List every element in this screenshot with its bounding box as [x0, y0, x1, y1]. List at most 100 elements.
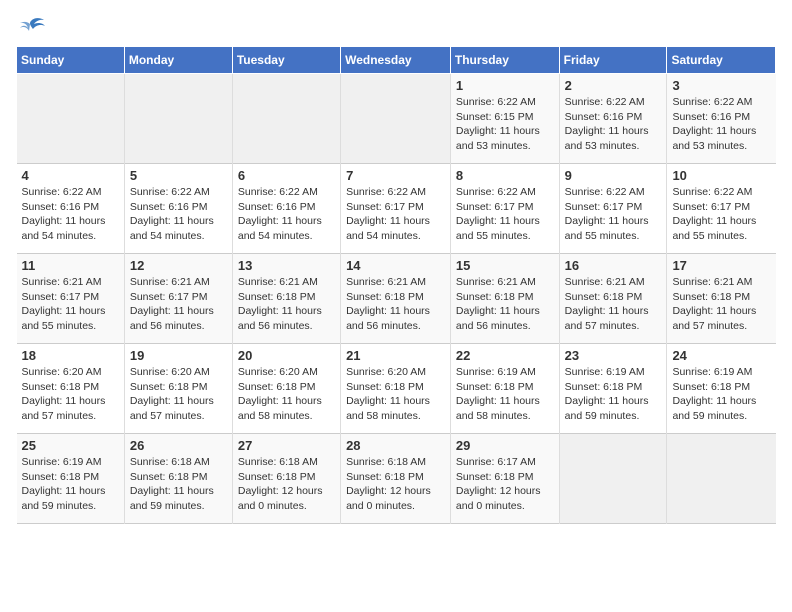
calendar-cell: 8 Sunrise: 6:22 AM Sunset: 6:17 PM Daylig…: [450, 164, 559, 254]
calendar-cell: [17, 74, 125, 164]
day-number: 5: [130, 168, 227, 183]
day-info: Sunrise: 6:21 AM Sunset: 6:18 PM Dayligh…: [456, 275, 554, 334]
day-number: 9: [565, 168, 662, 183]
day-info: Sunrise: 6:21 AM Sunset: 6:18 PM Dayligh…: [565, 275, 662, 334]
calendar-cell: 4 Sunrise: 6:22 AM Sunset: 6:16 PM Daylig…: [17, 164, 125, 254]
day-number: 25: [22, 438, 119, 453]
day-number: 16: [565, 258, 662, 273]
day-info: Sunrise: 6:19 AM Sunset: 6:18 PM Dayligh…: [565, 365, 662, 424]
calendar-dow-thursday: Thursday: [450, 47, 559, 74]
day-number: 8: [456, 168, 554, 183]
calendar-cell: 27 Sunrise: 6:18 AM Sunset: 6:18 PM Dayli…: [232, 434, 340, 524]
day-info: Sunrise: 6:22 AM Sunset: 6:17 PM Dayligh…: [456, 185, 554, 244]
day-number: 28: [346, 438, 445, 453]
calendar-cell: 3 Sunrise: 6:22 AM Sunset: 6:16 PM Daylig…: [667, 74, 776, 164]
calendar-cell: 9 Sunrise: 6:22 AM Sunset: 6:17 PM Daylig…: [559, 164, 667, 254]
calendar-week-row: 1 Sunrise: 6:22 AM Sunset: 6:15 PM Daylig…: [17, 74, 776, 164]
calendar-cell: 20Sunrise: 6:20 AM Sunset: 6:18 PM Dayli…: [232, 344, 340, 434]
calendar-cell: 5 Sunrise: 6:22 AM Sunset: 6:16 PM Daylig…: [124, 164, 232, 254]
day-info: Sunrise: 6:20 AM Sunset: 6:18 PM Dayligh…: [130, 365, 227, 424]
calendar-cell: 18Sunrise: 6:20 AM Sunset: 6:18 PM Dayli…: [17, 344, 125, 434]
day-info: Sunrise: 6:19 AM Sunset: 6:18 PM Dayligh…: [672, 365, 770, 424]
calendar-cell: 17Sunrise: 6:21 AM Sunset: 6:18 PM Dayli…: [667, 254, 776, 344]
day-info: Sunrise: 6:22 AM Sunset: 6:16 PM Dayligh…: [22, 185, 119, 244]
calendar-dow-monday: Monday: [124, 47, 232, 74]
calendar-cell: 22 Sunrise: 6:19 AM Sunset: 6:18 PM Dayli…: [450, 344, 559, 434]
logo: [16, 16, 46, 38]
day-info: Sunrise: 6:22 AM Sunset: 6:17 PM Dayligh…: [672, 185, 770, 244]
day-number: 4: [22, 168, 119, 183]
calendar-cell: [559, 434, 667, 524]
calendar-dow-sunday: Sunday: [17, 47, 125, 74]
calendar-cell: 16 Sunrise: 6:21 AM Sunset: 6:18 PM Dayli…: [559, 254, 667, 344]
calendar-week-row: 4 Sunrise: 6:22 AM Sunset: 6:16 PM Daylig…: [17, 164, 776, 254]
day-info: Sunrise: 6:18 AM Sunset: 6:18 PM Dayligh…: [238, 455, 335, 514]
day-info: Sunrise: 6:17 AM Sunset: 6:18 PM Dayligh…: [456, 455, 554, 514]
calendar-cell: 21Sunrise: 6:20 AM Sunset: 6:18 PM Dayli…: [341, 344, 451, 434]
page-header: [16, 16, 776, 38]
day-info: Sunrise: 6:19 AM Sunset: 6:18 PM Dayligh…: [456, 365, 554, 424]
day-number: 12: [130, 258, 227, 273]
day-info: Sunrise: 6:21 AM Sunset: 6:18 PM Dayligh…: [346, 275, 445, 334]
calendar-cell: 13Sunrise: 6:21 AM Sunset: 6:18 PM Dayli…: [232, 254, 340, 344]
calendar-week-row: 11 Sunrise: 6:21 AM Sunset: 6:17 PM Dayli…: [17, 254, 776, 344]
day-number: 24: [672, 348, 770, 363]
day-number: 23: [565, 348, 662, 363]
calendar-cell: 19 Sunrise: 6:20 AM Sunset: 6:18 PM Dayli…: [124, 344, 232, 434]
day-number: 11: [22, 258, 119, 273]
day-number: 3: [672, 78, 770, 93]
day-number: 20: [238, 348, 335, 363]
calendar-cell: 10 Sunrise: 6:22 AM Sunset: 6:17 PM Dayli…: [667, 164, 776, 254]
day-number: 10: [672, 168, 770, 183]
day-number: 13: [238, 258, 335, 273]
day-number: 15: [456, 258, 554, 273]
day-number: 6: [238, 168, 335, 183]
day-number: 29: [456, 438, 554, 453]
calendar-dow-tuesday: Tuesday: [232, 47, 340, 74]
calendar-table: SundayMondayTuesdayWednesdayThursdayFrid…: [16, 46, 776, 524]
day-info: Sunrise: 6:22 AM Sunset: 6:16 PM Dayligh…: [238, 185, 335, 244]
day-info: Sunrise: 6:18 AM Sunset: 6:18 PM Dayligh…: [346, 455, 445, 514]
calendar-cell: 15 Sunrise: 6:21 AM Sunset: 6:18 PM Dayli…: [450, 254, 559, 344]
day-info: Sunrise: 6:21 AM Sunset: 6:17 PM Dayligh…: [22, 275, 119, 334]
day-info: Sunrise: 6:22 AM Sunset: 6:16 PM Dayligh…: [130, 185, 227, 244]
day-info: Sunrise: 6:18 AM Sunset: 6:18 PM Dayligh…: [130, 455, 227, 514]
day-number: 19: [130, 348, 227, 363]
day-number: 1: [456, 78, 554, 93]
calendar-cell: 14 Sunrise: 6:21 AM Sunset: 6:18 PM Dayli…: [341, 254, 451, 344]
calendar-cell: 24 Sunrise: 6:19 AM Sunset: 6:18 PM Dayli…: [667, 344, 776, 434]
calendar-cell: [124, 74, 232, 164]
calendar-cell: 6 Sunrise: 6:22 AM Sunset: 6:16 PM Daylig…: [232, 164, 340, 254]
calendar-week-row: 18Sunrise: 6:20 AM Sunset: 6:18 PM Dayli…: [17, 344, 776, 434]
calendar-cell: 7 Sunrise: 6:22 AM Sunset: 6:17 PM Daylig…: [341, 164, 451, 254]
calendar-cell: [341, 74, 451, 164]
calendar-week-row: 25 Sunrise: 6:19 AM Sunset: 6:18 PM Dayli…: [17, 434, 776, 524]
day-info: Sunrise: 6:21 AM Sunset: 6:18 PM Dayligh…: [672, 275, 770, 334]
day-number: 7: [346, 168, 445, 183]
calendar-cell: 25 Sunrise: 6:19 AM Sunset: 6:18 PM Dayli…: [17, 434, 125, 524]
day-number: 22: [456, 348, 554, 363]
day-number: 21: [346, 348, 445, 363]
calendar-cell: [232, 74, 340, 164]
day-info: Sunrise: 6:22 AM Sunset: 6:17 PM Dayligh…: [565, 185, 662, 244]
day-info: Sunrise: 6:20 AM Sunset: 6:18 PM Dayligh…: [22, 365, 119, 424]
day-number: 14: [346, 258, 445, 273]
day-info: Sunrise: 6:19 AM Sunset: 6:18 PM Dayligh…: [22, 455, 119, 514]
day-info: Sunrise: 6:22 AM Sunset: 6:15 PM Dayligh…: [456, 95, 554, 154]
day-info: Sunrise: 6:22 AM Sunset: 6:16 PM Dayligh…: [565, 95, 662, 154]
day-info: Sunrise: 6:22 AM Sunset: 6:17 PM Dayligh…: [346, 185, 445, 244]
calendar-cell: 28 Sunrise: 6:18 AM Sunset: 6:18 PM Dayli…: [341, 434, 451, 524]
calendar-dow-saturday: Saturday: [667, 47, 776, 74]
day-info: Sunrise: 6:22 AM Sunset: 6:16 PM Dayligh…: [672, 95, 770, 154]
calendar-cell: 12Sunrise: 6:21 AM Sunset: 6:17 PM Dayli…: [124, 254, 232, 344]
calendar-dow-wednesday: Wednesday: [341, 47, 451, 74]
day-number: 27: [238, 438, 335, 453]
calendar-cell: 11 Sunrise: 6:21 AM Sunset: 6:17 PM Dayli…: [17, 254, 125, 344]
calendar-dow-friday: Friday: [559, 47, 667, 74]
calendar-cell: 23 Sunrise: 6:19 AM Sunset: 6:18 PM Dayli…: [559, 344, 667, 434]
calendar-cell: [667, 434, 776, 524]
day-number: 2: [565, 78, 662, 93]
calendar-cell: 29 Sunrise: 6:17 AM Sunset: 6:18 PM Dayli…: [450, 434, 559, 524]
logo-bird-icon: [18, 16, 46, 38]
day-number: 26: [130, 438, 227, 453]
